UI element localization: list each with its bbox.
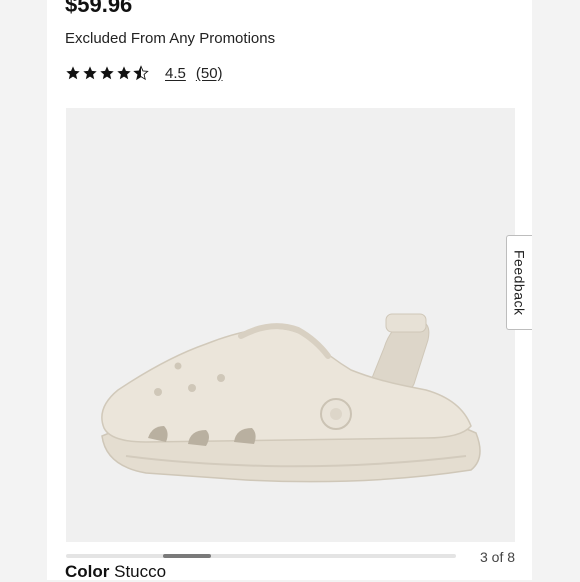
star-full-icon (100, 66, 114, 80)
review-count-link[interactable]: (50) (196, 65, 223, 82)
promotion-note: Excluded From Any Promotions (65, 30, 276, 47)
gallery-scrollbar[interactable] (66, 554, 456, 558)
rating-value-link[interactable]: 4.5 (165, 65, 186, 82)
rating-row[interactable]: 4.5 (50) (65, 62, 223, 84)
star-full-icon (117, 66, 131, 80)
star-full-icon (66, 66, 80, 80)
star-full-icon (83, 66, 97, 80)
clog-shoe-image (101, 313, 481, 483)
star-rating (65, 65, 149, 81)
color-value: Stucco (114, 562, 167, 581)
gallery-scroll-thumb[interactable] (163, 554, 211, 558)
product-price: $59.96 (65, 0, 133, 17)
gallery-counter: 3 of 8 (480, 549, 516, 565)
feedback-label: Feedback (511, 249, 528, 316)
star-half-icon (133, 65, 149, 81)
product-image[interactable] (66, 108, 515, 542)
color-label: Color (65, 562, 110, 581)
feedback-tab[interactable]: Feedback (506, 235, 532, 330)
color-selector: Color Stucco (65, 562, 166, 582)
